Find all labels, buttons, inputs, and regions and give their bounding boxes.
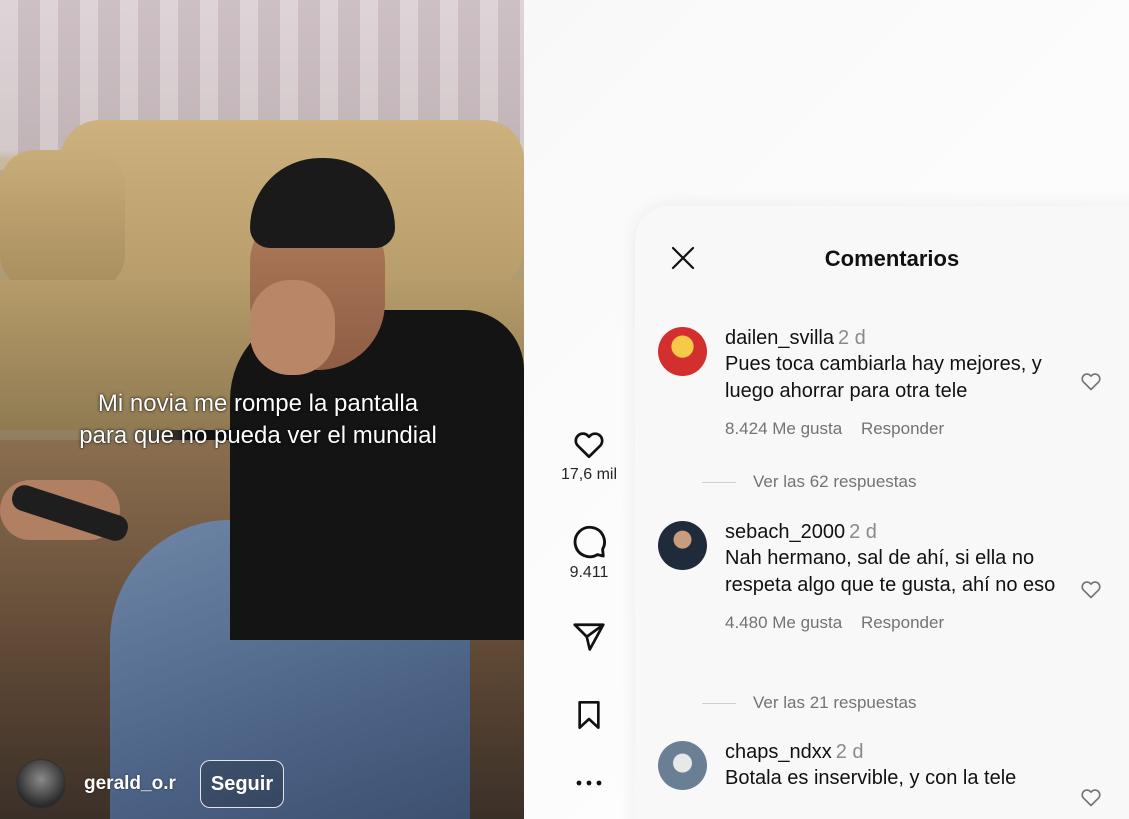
comment-header: chaps_ndxx 2 d [725, 741, 1065, 764]
comment-avatar[interactable] [658, 521, 707, 570]
save-button[interactable] [548, 696, 630, 734]
share-button[interactable] [548, 618, 630, 654]
comment-like-button[interactable] [1078, 785, 1104, 814]
comment-text: Pues toca cambiarla hay mejores, y luego… [725, 353, 1042, 402]
author-username[interactable]: gerald_o.r [84, 773, 176, 795]
comment-username[interactable]: dailen_svilla [725, 327, 834, 349]
reels-viewer: Mi novia me rompe la pantalla para que n… [0, 0, 1129, 819]
reply-button[interactable]: Responder [861, 419, 944, 438]
comment-like-count[interactable]: 4.480 Me gusta [725, 613, 842, 632]
comments-title: Comentarios [824, 246, 960, 271]
more-options-button[interactable] [548, 778, 630, 788]
video-scene-sofa-arm [0, 150, 125, 290]
comment-header: sebach_2000 2 d [725, 521, 1065, 544]
heart-icon [1078, 581, 1104, 605]
comment-meta: 4.480 Me gusta Responder [725, 613, 1065, 633]
view-replies-button[interactable]: Ver las 62 respuestas [702, 472, 916, 492]
replies-divider [702, 481, 736, 483]
heart-icon [1078, 373, 1104, 397]
comment-username[interactable]: chaps_ndxx [725, 741, 832, 763]
comment-button[interactable]: 9.411 [548, 522, 630, 582]
bookmark-icon [548, 696, 630, 734]
caption-line: para que no pueda ver el mundial [79, 422, 437, 449]
comment-time: 2 d [837, 327, 866, 349]
reel-video[interactable]: Mi novia me rompe la pantalla para que n… [0, 0, 524, 819]
comment-meta: 8.424 Me gusta Responder [725, 419, 1065, 439]
comment-header: dailen_svilla 2 d [725, 327, 1065, 350]
comment-time: 2 d [849, 521, 877, 543]
author-avatar[interactable] [16, 759, 66, 809]
view-replies-label: Ver las 21 respuestas [753, 693, 917, 712]
reply-button[interactable]: Responder [861, 613, 944, 632]
comment-like-button[interactable] [1078, 369, 1104, 398]
heart-icon [1078, 789, 1104, 813]
comment-body: sebach_2000 2 d Nah hermano, sal de ahí, … [725, 521, 1065, 633]
comments-panel: Comentarios dailen_svilla 2 d Pues toca c… [635, 206, 1129, 819]
author-row: gerald_o.r Seguir [16, 759, 285, 809]
comment-body: dailen_svilla 2 d Pues toca cambiarla hay… [725, 327, 1065, 439]
follow-button[interactable]: Seguir [199, 760, 285, 808]
comment-body: chaps_ndxx 2 d Botala es inservible, y co… [725, 741, 1065, 792]
comment-time: 2 d [835, 741, 864, 763]
comment-username[interactable]: sebach_2000 [725, 521, 845, 543]
view-replies-button[interactable]: Ver las 21 respuestas [702, 693, 916, 713]
comment-avatar[interactable] [658, 327, 707, 376]
comment-count: 9.411 [569, 564, 609, 581]
comment-avatar[interactable] [658, 741, 707, 790]
like-count: 17,6 mil [560, 466, 618, 483]
video-scene-person-hand [250, 280, 335, 375]
like-button[interactable]: 17,6 mil [548, 426, 630, 484]
share-icon [548, 618, 630, 654]
comment-icon [548, 522, 630, 560]
caption-line: Mi novia me rompe la pantalla [97, 390, 419, 417]
comment-text: Nah hermano, sal de ahí, si ella no resp… [725, 547, 1056, 596]
comment-like-button[interactable] [1078, 577, 1104, 606]
more-icon [548, 778, 630, 788]
comment-text: Botala es inservible, y con la tele [725, 767, 1017, 789]
replies-divider [702, 702, 736, 704]
comment-like-count[interactable]: 8.424 Me gusta [725, 419, 842, 438]
heart-icon [548, 426, 630, 462]
view-replies-label: Ver las 62 respuestas [753, 472, 917, 491]
video-caption: Mi novia me rompe la pantalla para que n… [0, 388, 516, 452]
